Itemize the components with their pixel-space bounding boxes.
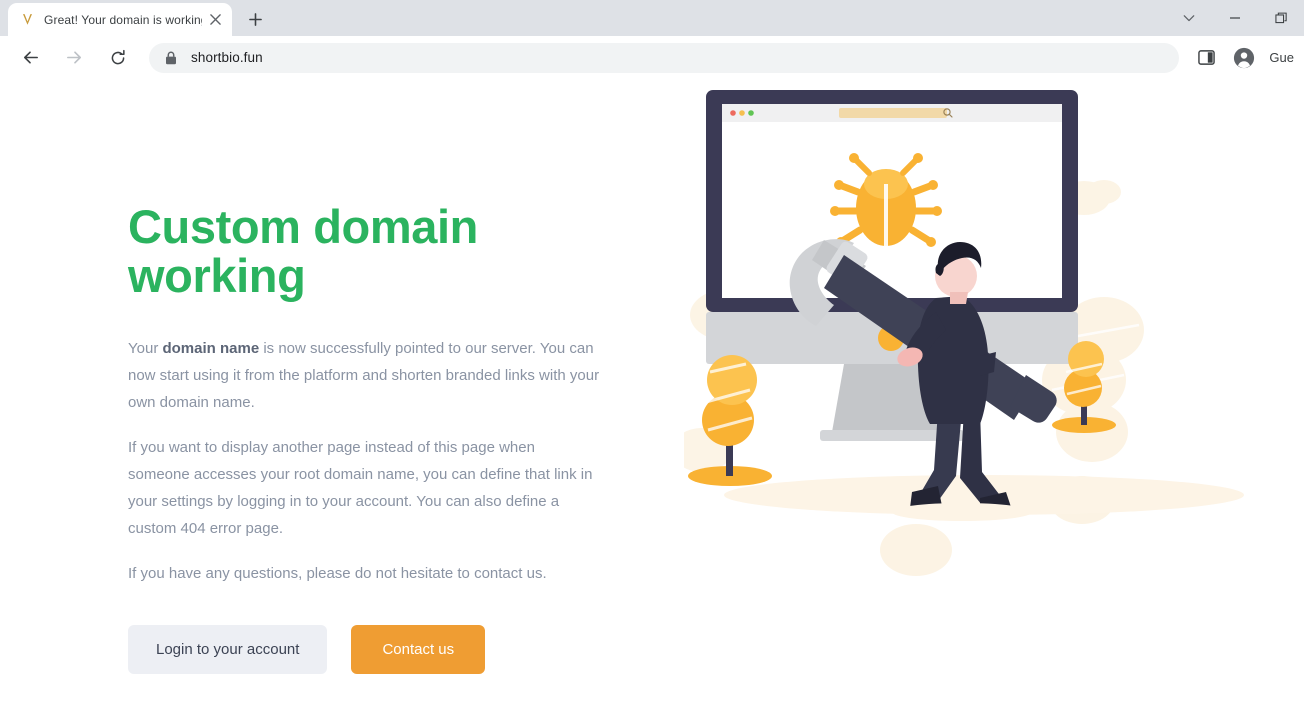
arrow-right-icon — [66, 51, 81, 64]
forward-button[interactable] — [58, 42, 90, 74]
chevron-down-icon — [1183, 15, 1195, 22]
reload-icon — [111, 49, 125, 64]
arrow-left-icon — [23, 51, 38, 64]
login-button[interactable]: Login to your account — [128, 624, 328, 674]
maximize-icon — [1274, 12, 1287, 23]
side-panel-button[interactable] — [1190, 42, 1222, 74]
tab-title: Great! Your domain is working. - — [44, 12, 202, 27]
url-text: shortbio.fun — [191, 50, 263, 65]
person-shadow — [892, 503, 1032, 521]
profile-label: Gue — [1269, 50, 1294, 65]
reload-button[interactable] — [102, 42, 134, 74]
debugging-illustration — [684, 90, 1244, 576]
illustration-column — [684, 80, 1304, 728]
profile-button[interactable]: Gue — [1225, 42, 1296, 74]
plus-icon — [248, 12, 262, 26]
window-controls — [1166, 0, 1304, 36]
browser-window: Great! Your domain is working. - shortbi… — [0, 0, 1304, 728]
close-icon[interactable] — [206, 11, 224, 29]
side-panel-icon — [1198, 50, 1215, 65]
address-bar[interactable]: shortbio.fun — [149, 42, 1180, 73]
traffic-dot-green — [748, 110, 754, 116]
content-column: Custom domain working Your domain name i… — [0, 80, 600, 674]
paragraph-1: Your domain name is now successfully poi… — [128, 335, 600, 416]
avatar-icon — [1228, 42, 1260, 74]
contact-us-button[interactable]: Contact us — [351, 624, 486, 674]
new-tab-button[interactable] — [241, 5, 269, 33]
page-viewport: Custom domain working Your domain name i… — [0, 80, 1304, 728]
toolbar-right-actions: Gue — [1187, 42, 1296, 74]
traffic-dot-yellow — [739, 110, 745, 116]
para1-before: Your — [128, 339, 163, 357]
browser-toolbar: shortbio.fun Gue — [0, 36, 1304, 80]
lock-icon — [163, 50, 179, 66]
page-title: Custom domain working — [128, 200, 478, 303]
minimize-button[interactable] — [1212, 0, 1258, 36]
action-buttons: Login to your account Contact us — [128, 624, 600, 674]
browser-tab[interactable]: Great! Your domain is working. - — [8, 3, 232, 36]
paragraph-3: If you have any questions, please do not… — [128, 564, 547, 582]
back-button[interactable] — [14, 42, 46, 74]
maximize-button[interactable] — [1258, 0, 1304, 36]
domain-name-emphasis: domain name — [162, 339, 260, 357]
browser-window — [722, 104, 1062, 122]
tab-search-button[interactable] — [1166, 0, 1212, 36]
tab-strip: Great! Your domain is working. - — [0, 0, 1304, 36]
traffic-dot-red — [730, 110, 736, 116]
paragraph-2: If you want to display another page inst… — [128, 438, 593, 537]
v-logo-icon — [19, 12, 35, 28]
minimize-icon — [1230, 17, 1240, 19]
